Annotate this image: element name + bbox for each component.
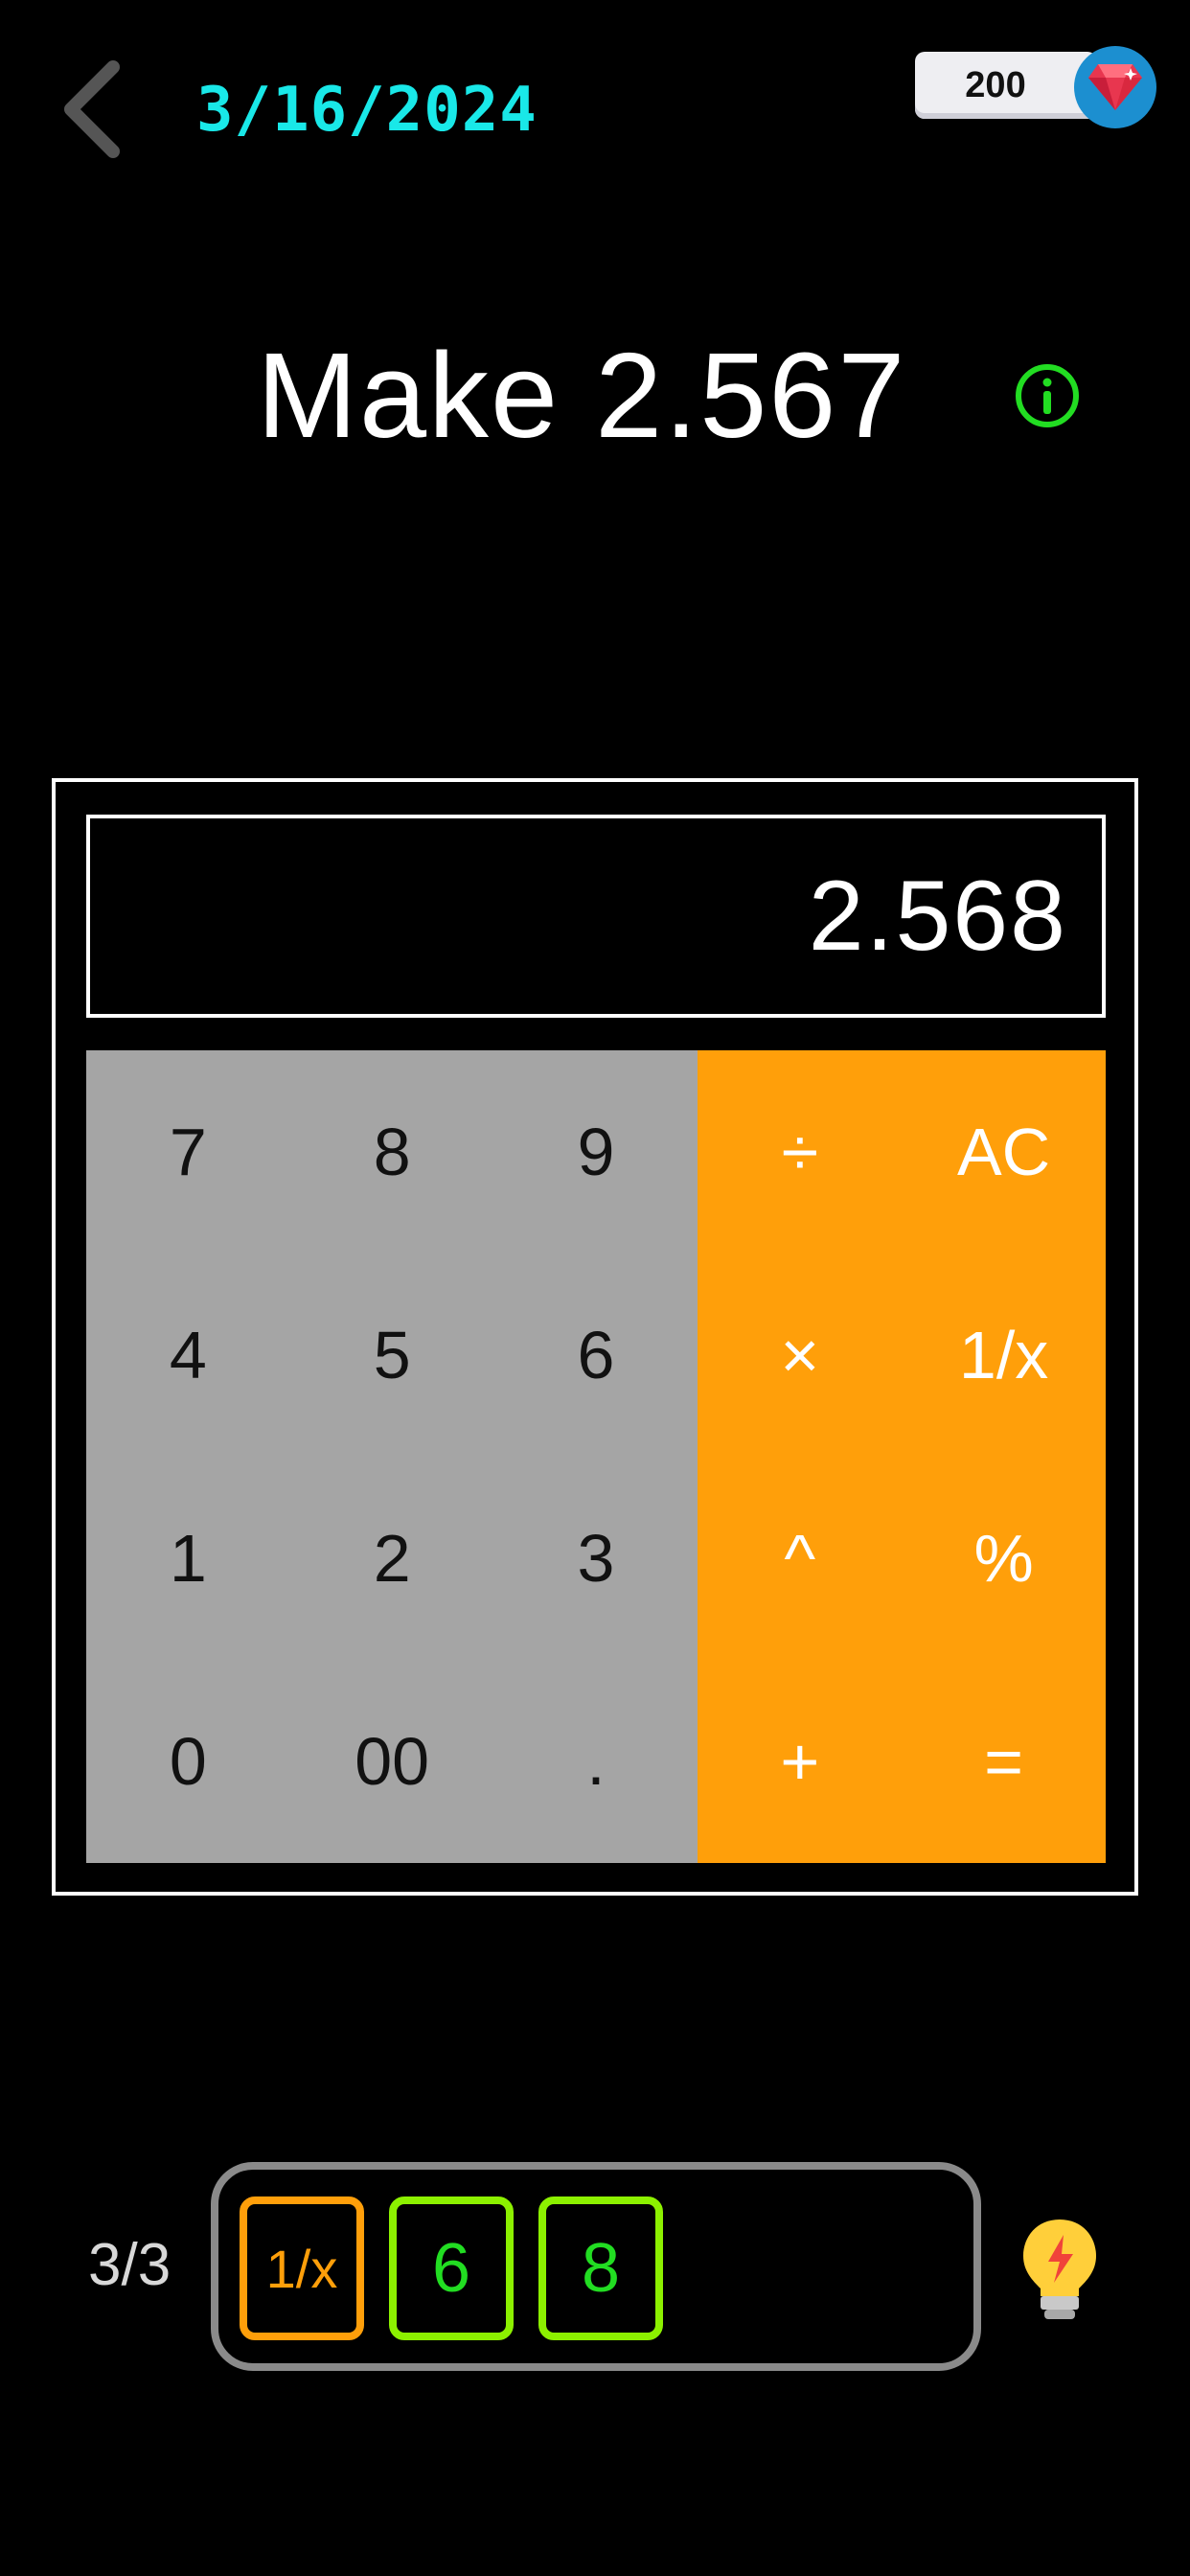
key-double-zero[interactable]: 00	[289, 1660, 494, 1863]
calculator: 2.568 7 8 9 ÷ AC 4 5 6 × 1/x 1 2 3 ^ % 0…	[52, 778, 1138, 1896]
puzzle-date: 3/16/2024	[196, 75, 538, 146]
key-add[interactable]: +	[698, 1660, 903, 1863]
info-button[interactable]	[1014, 362, 1081, 429]
lightbulb-icon	[1023, 2220, 1096, 2319]
key-equals[interactable]: =	[902, 1660, 1106, 1863]
gem-icon	[1074, 46, 1156, 128]
key-power[interactable]: ^	[698, 1457, 903, 1660]
moves-tray: 1/x 6 8	[211, 2162, 981, 2371]
key-divide[interactable]: ÷	[698, 1050, 903, 1254]
target-title: Make 2.567	[257, 328, 907, 463]
key-all-clear[interactable]: AC	[902, 1050, 1106, 1254]
display-value: 2.568	[808, 860, 1067, 972]
gem-balance[interactable]: 200	[915, 46, 1156, 128]
key-reciprocal[interactable]: 1/x	[902, 1254, 1106, 1457]
key-3[interactable]: 3	[493, 1457, 698, 1660]
chevron-left-icon	[64, 60, 120, 158]
keypad: 7 8 9 ÷ AC 4 5 6 × 1/x 1 2 3 ^ % 0 00 . …	[86, 1050, 1106, 1863]
key-decimal[interactable]: .	[493, 1660, 698, 1863]
move-chip: 1/x	[240, 2196, 364, 2340]
calculator-display: 2.568	[86, 815, 1106, 1018]
key-9[interactable]: 9	[493, 1050, 698, 1254]
key-5[interactable]: 5	[289, 1254, 494, 1457]
gem-count-pill: 200	[915, 52, 1097, 119]
key-2[interactable]: 2	[289, 1457, 494, 1660]
key-7[interactable]: 7	[86, 1050, 290, 1254]
moves-counter: 3/3	[88, 2232, 172, 2298]
key-4[interactable]: 4	[86, 1254, 290, 1457]
move-chip: 8	[538, 2196, 663, 2340]
key-6[interactable]: 6	[493, 1254, 698, 1457]
gem-count: 200	[965, 64, 1026, 105]
key-multiply[interactable]: ×	[698, 1254, 903, 1457]
key-0[interactable]: 0	[86, 1660, 290, 1863]
info-icon	[1016, 364, 1079, 427]
move-chip: 6	[389, 2196, 514, 2340]
back-button[interactable]	[57, 59, 134, 159]
key-1[interactable]: 1	[86, 1457, 290, 1660]
key-percent[interactable]: %	[902, 1457, 1106, 1660]
hint-button[interactable]	[1014, 2214, 1106, 2327]
key-8[interactable]: 8	[289, 1050, 494, 1254]
